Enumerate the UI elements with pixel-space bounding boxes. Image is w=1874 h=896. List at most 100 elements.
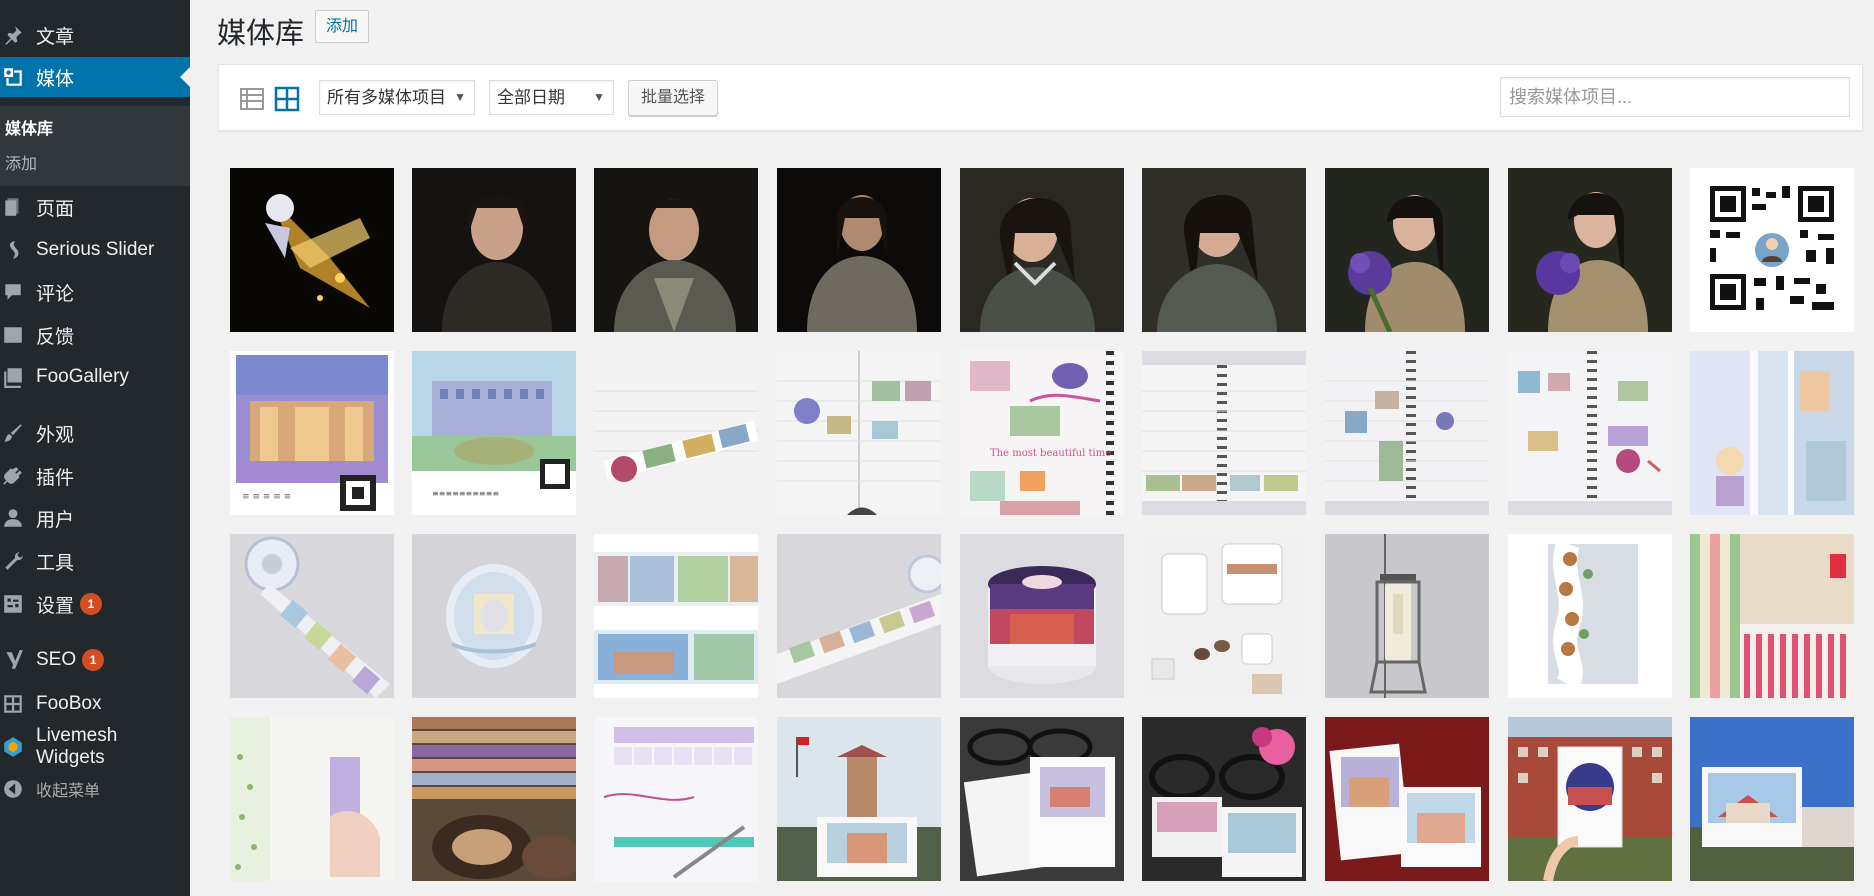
user-icon xyxy=(2,507,24,529)
attachment-thumbnail[interactable] xyxy=(1508,351,1672,515)
media-type-filter[interactable]: 所有多媒体项目 ▼ xyxy=(319,80,475,115)
bulk-select-button[interactable]: 批量选择 xyxy=(628,80,719,116)
media-type-filter-value: 所有多媒体项目 xyxy=(327,88,446,107)
menu-appearance[interactable]: 外观 xyxy=(0,413,190,453)
attachment-thumbnail[interactable] xyxy=(230,717,394,881)
admin-sidebar: 文章 媒体 媒体库 添加 页面 Serious Slider 评论 反馈 Foo… xyxy=(0,0,190,896)
menu-foogallery-label: FooGallery xyxy=(36,366,129,387)
attachment-thumbnail[interactable] xyxy=(1508,717,1672,881)
attachment-thumbnail[interactable] xyxy=(412,168,576,332)
settings-icon xyxy=(2,593,24,615)
wrench-icon xyxy=(2,550,24,572)
chevron-down-icon: ▼ xyxy=(593,90,605,104)
attachment-thumbnail[interactable] xyxy=(412,534,576,698)
menu-pages[interactable]: 页面 xyxy=(0,187,190,227)
menu-media-label: 媒体 xyxy=(36,68,75,90)
attachment-thumbnail[interactable]: ≡≡≡≡≡≡≡≡≡≡ xyxy=(412,351,576,515)
menu-foobox[interactable]: FooBox xyxy=(0,684,190,724)
attachment-thumbnail[interactable] xyxy=(777,534,941,698)
attachment-thumbnail[interactable] xyxy=(594,351,758,515)
menu-feedback-label: 反馈 xyxy=(36,326,75,348)
attachment-thumbnail[interactable] xyxy=(1690,534,1854,698)
menu-livemesh-widgets-label: Livemesh Widgets xyxy=(36,725,118,768)
collapse-menu-button[interactable]: 收起菜单 xyxy=(0,769,190,809)
attachment-thumbnail[interactable] xyxy=(777,168,941,332)
menu-serious-slider-label: Serious Slider xyxy=(36,239,155,260)
gallery-icon xyxy=(2,366,24,388)
date-filter-value: 全部日期 xyxy=(497,88,565,107)
grid-view-icon[interactable] xyxy=(274,86,300,112)
attachment-thumbnail[interactable] xyxy=(777,351,941,515)
menu-foobox-label: FooBox xyxy=(36,693,102,714)
menu-serious-slider[interactable]: Serious Slider xyxy=(0,230,190,270)
attachment-thumbnail[interactable] xyxy=(960,168,1124,332)
attachment-thumbnail[interactable] xyxy=(777,717,941,881)
attachment-thumbnail[interactable] xyxy=(960,717,1124,881)
attachment-thumbnail[interactable] xyxy=(230,534,394,698)
attachment-thumbnail[interactable] xyxy=(1690,717,1854,881)
attachment-thumbnail[interactable]: ≡ ≡ ≡ ≡ ≡ xyxy=(230,351,394,515)
collapse-menu-label: 收起菜单 xyxy=(36,783,101,800)
attachment-thumbnail[interactable] xyxy=(1142,351,1306,515)
attachment-thumbnail[interactable] xyxy=(412,717,576,881)
menu-comments[interactable]: 评论 xyxy=(0,272,190,312)
menu-foogallery[interactable]: FooGallery xyxy=(0,357,190,397)
attachment-thumbnail[interactable] xyxy=(1142,717,1306,881)
attachment-thumbnail[interactable] xyxy=(1690,168,1854,332)
menu-plugins-label: 插件 xyxy=(36,467,75,489)
media-search-input[interactable] xyxy=(1500,77,1850,117)
menu-users[interactable]: 用户 xyxy=(0,498,190,538)
attachment-thumbnail[interactable] xyxy=(1508,534,1672,698)
menu-tools-label: 工具 xyxy=(36,552,75,574)
menu-pages-label: 页面 xyxy=(36,198,75,220)
attachment-thumbnail[interactable] xyxy=(594,717,758,881)
comment-icon xyxy=(2,281,24,303)
attachment-thumbnail[interactable] xyxy=(1325,351,1489,515)
settings-update-badge: 1 xyxy=(80,593,103,615)
attachment-thumbnail[interactable] xyxy=(1325,168,1489,332)
pin-icon xyxy=(2,24,24,46)
media-icon xyxy=(2,66,24,88)
date-filter[interactable]: 全部日期 ▼ xyxy=(489,80,614,115)
plug-icon xyxy=(2,465,24,487)
attachment-thumbnail[interactable] xyxy=(1142,534,1306,698)
media-submenu: 媒体库 添加 xyxy=(0,106,190,186)
foobox-icon xyxy=(2,693,24,715)
attachments-grid: ≡ ≡ ≡ ≡ ≡ ≡≡≡≡≡≡≡≡≡≡ The most beautiful … xyxy=(228,166,1854,896)
page-title: 媒体库 xyxy=(217,18,305,50)
attachment-thumbnail[interactable] xyxy=(1690,351,1854,515)
list-view-icon[interactable] xyxy=(239,86,265,112)
attachment-thumbnail[interactable] xyxy=(594,168,758,332)
menu-posts-label: 文章 xyxy=(36,26,75,48)
yoast-icon xyxy=(2,649,24,671)
livemesh-icon xyxy=(2,736,24,758)
slider-icon xyxy=(2,239,24,261)
menu-tools[interactable]: 工具 xyxy=(0,541,190,581)
attachment-thumbnail[interactable] xyxy=(230,168,394,332)
menu-media[interactable]: 媒体 xyxy=(0,57,190,97)
chevron-down-icon: ▼ xyxy=(454,90,466,104)
menu-comments-label: 评论 xyxy=(36,283,75,305)
menu-plugins[interactable]: 插件 xyxy=(0,456,190,496)
attachment-thumbnail[interactable] xyxy=(1325,534,1489,698)
submenu-media-library[interactable]: 媒体库 xyxy=(5,115,53,139)
menu-settings[interactable]: 设置 1 xyxy=(0,584,190,624)
pages-icon xyxy=(2,196,24,218)
attachment-thumbnail[interactable] xyxy=(1508,168,1672,332)
attachment-thumbnail[interactable] xyxy=(1325,717,1489,881)
feedback-icon xyxy=(2,324,24,346)
menu-posts[interactable]: 文章 xyxy=(0,15,190,55)
attachment-thumbnail[interactable] xyxy=(594,534,758,698)
attachment-thumbnail[interactable] xyxy=(960,534,1124,698)
attachment-thumbnail[interactable]: The most beautiful time xyxy=(960,351,1124,515)
menu-livemesh-widgets[interactable]: Livemesh Widgets xyxy=(0,725,190,768)
menu-feedback[interactable]: 反馈 xyxy=(0,315,190,355)
add-new-button[interactable]: 添加 xyxy=(315,10,370,43)
submenu-media-add[interactable]: 添加 xyxy=(5,150,37,174)
menu-seo[interactable]: SEO 1 xyxy=(0,640,190,680)
menu-users-label: 用户 xyxy=(36,509,75,531)
attachment-thumbnail[interactable] xyxy=(1142,168,1306,332)
media-toolbar: 所有多媒体项目 ▼ 全部日期 ▼ 批量选择 xyxy=(218,64,1863,131)
brush-icon xyxy=(2,422,24,444)
menu-appearance-label: 外观 xyxy=(36,424,75,446)
